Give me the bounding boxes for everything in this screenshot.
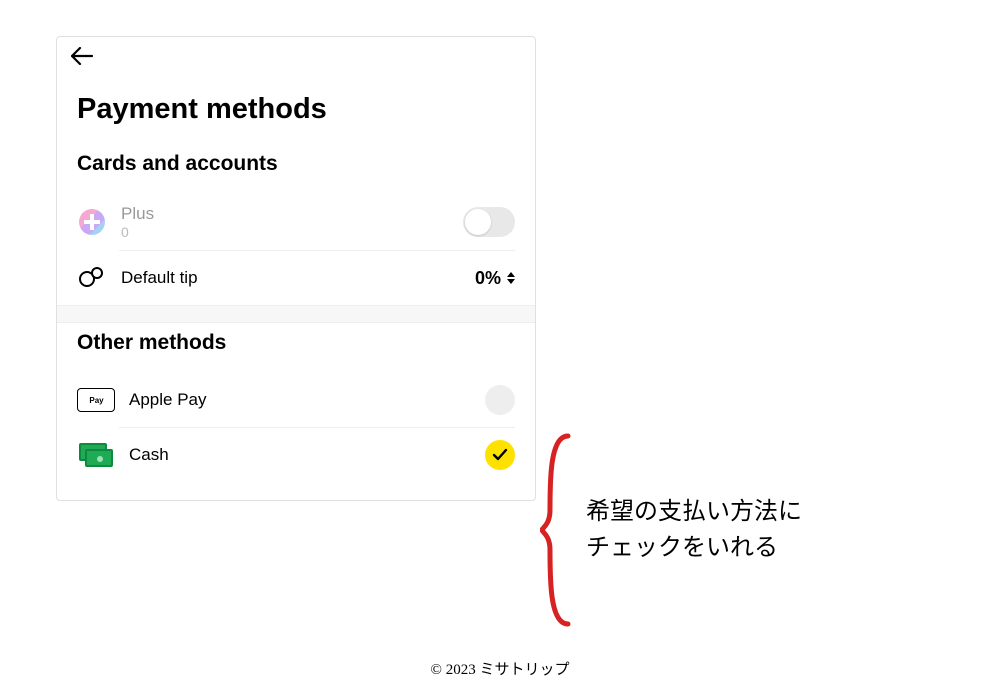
stepper-arrows-icon xyxy=(507,272,515,284)
other-methods-section: Other methods Pay Apple Pay Cash xyxy=(57,323,535,500)
default-tip-row[interactable]: Default tip 0% xyxy=(77,251,515,305)
annotation-line1: 希望の支払い方法に xyxy=(586,494,802,530)
cash-icon xyxy=(77,440,115,470)
section-title-cards: Cards and accounts xyxy=(77,144,515,194)
annotation: 希望の支払い方法に チェックをいれる xyxy=(540,430,802,630)
default-tip-label: Default tip xyxy=(121,268,461,288)
plus-toggle[interactable] xyxy=(463,207,515,237)
cash-row[interactable]: Cash xyxy=(77,428,515,482)
coins-icon xyxy=(77,263,107,293)
cash-radio[interactable] xyxy=(485,440,515,470)
cash-label: Cash xyxy=(129,445,471,465)
back-button[interactable] xyxy=(57,37,535,69)
apple-pay-icon: Pay xyxy=(77,385,115,415)
copyright: © 2023 ミサトリップ xyxy=(0,658,1000,679)
apple-pay-radio[interactable] xyxy=(485,385,515,415)
payment-methods-panel: Payment methods Cards and accounts Plus … xyxy=(56,36,536,501)
section-title-other: Other methods xyxy=(77,323,515,373)
annotation-line2: チェックをいれる xyxy=(586,530,802,566)
cards-and-accounts-section: Cards and accounts Plus 0 Default tip 0% xyxy=(57,144,535,305)
apple-pay-label: Apple Pay xyxy=(129,390,471,410)
page-title: Payment methods xyxy=(57,69,535,144)
apple-pay-row[interactable]: Pay Apple Pay xyxy=(77,373,515,427)
default-tip-value[interactable]: 0% xyxy=(475,268,515,289)
brace-icon xyxy=(540,430,580,630)
plus-balance: 0 xyxy=(121,224,449,240)
section-separator xyxy=(57,305,535,323)
plus-icon xyxy=(77,207,107,237)
plus-row: Plus 0 xyxy=(77,194,515,250)
plus-label: Plus xyxy=(121,204,449,224)
